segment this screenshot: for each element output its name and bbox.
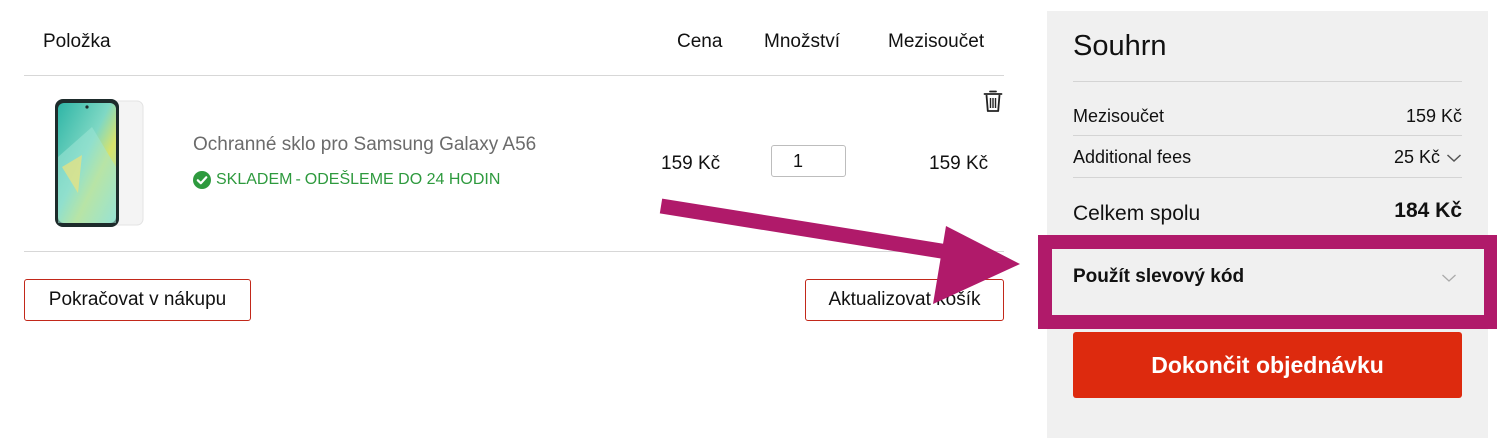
shipping-note: ODEŠLEME DO 24 HODIN (304, 171, 501, 188)
total-value: 184 Kč (1394, 199, 1462, 222)
stock-separator: - (295, 171, 301, 188)
column-header-quantity: Množství (764, 31, 841, 52)
checkout-button[interactable]: Dokončit objednávku (1073, 332, 1462, 398)
chevron-down-icon (1446, 153, 1462, 162)
summary-divider (1073, 177, 1462, 178)
table-divider (24, 75, 1004, 76)
item-subtotal: 159 Kč (929, 153, 989, 174)
update-cart-button[interactable]: Aktualizovat košík (805, 279, 1004, 321)
additional-fees-value: 25 Kč (1393, 147, 1440, 167)
discount-code-label: Použít slevový kód (1073, 266, 1245, 287)
stock-label: SKLADEM (216, 171, 293, 188)
continue-shopping-button[interactable]: Pokračovat v nákupu (24, 279, 251, 321)
column-header-subtotal: Mezisoučet (888, 31, 985, 52)
check-circle-icon (193, 171, 211, 189)
column-header-price: Cena (677, 31, 723, 52)
additional-fees-label: Additional fees (1073, 147, 1192, 167)
item-price: 159 Kč (661, 153, 721, 174)
summary-divider (1073, 81, 1462, 82)
summary-divider (1073, 135, 1462, 136)
discount-code-toggle[interactable]: Použít slevový kód (1059, 249, 1476, 315)
stock-status: SKLADEM - ODEŠLEME DO 24 HODIN (193, 170, 500, 190)
total-label: Celkem spolu (1073, 202, 1201, 225)
product-name[interactable]: Ochranné sklo pro Samsung Galaxy A56 (193, 134, 536, 156)
summary-subtotal-label: Mezisoučet (1073, 106, 1165, 126)
column-header-item: Položka (43, 31, 111, 52)
trash-icon[interactable] (983, 89, 1003, 113)
chevron-down-icon (1442, 274, 1456, 282)
quantity-input[interactable] (771, 145, 846, 177)
summary-title: Souhrn (1073, 30, 1167, 62)
table-divider (24, 251, 1004, 252)
phone-screen-protector-image (55, 99, 144, 227)
summary-subtotal-value: 159 Kč (1405, 106, 1462, 126)
additional-fees-toggle[interactable]: 25 Kč (1394, 147, 1462, 168)
